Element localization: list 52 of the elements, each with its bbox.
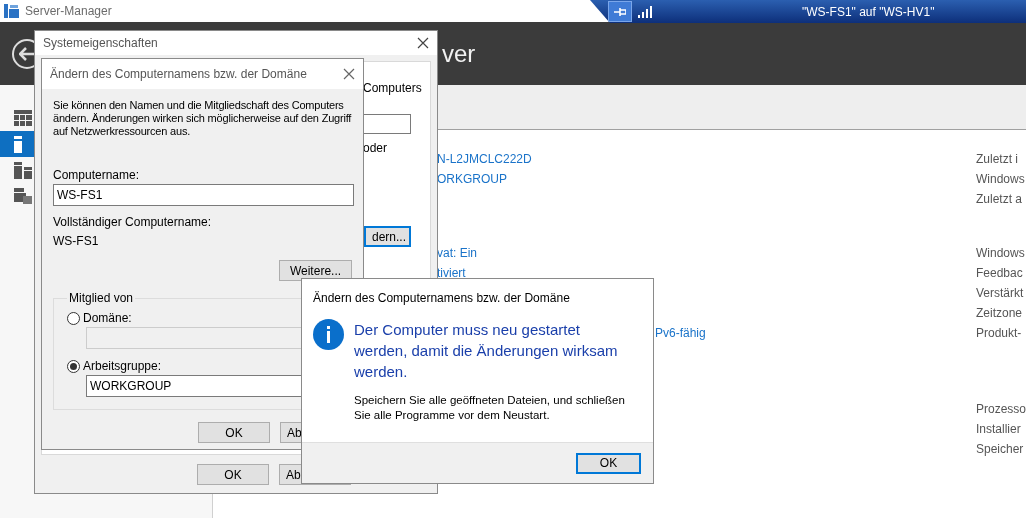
property-value-link[interactable]: vat: Ein [436, 246, 477, 260]
full-name-value: WS-FS1 [53, 234, 100, 248]
property-label: Windows [975, 246, 1025, 260]
servers-icon [14, 161, 32, 179]
dialog-title: Ändern des Computernamens bzw. der Domäne [50, 67, 307, 81]
pin-button[interactable] [608, 1, 632, 22]
radio-button[interactable]: Arbeitsgruppe: [67, 359, 162, 373]
property-label: Speicher [975, 442, 1024, 456]
close-icon[interactable] [343, 68, 355, 80]
property-value-link[interactable]: N-L2JMCLC222D [436, 152, 532, 166]
info-icon [313, 319, 344, 350]
message-text: Speichern Sie alle geöffneten Dateien, und schließen Sie alle Programme vor dem Neustart. [354, 393, 626, 423]
option-text: oder [363, 141, 388, 155]
back-arrow-icon [19, 46, 35, 61]
ok-button[interactable]: OK [576, 452, 641, 474]
field-label: Vollständiger Computername: [53, 215, 213, 229]
property-label: Zuletzt i [975, 152, 1018, 166]
field-label: Computername: [53, 168, 141, 182]
group-label: Mitglied von [68, 291, 135, 305]
sidebar-item[interactable] [0, 131, 34, 157]
property-label: Installier [975, 422, 1021, 436]
dialog-title: Systemeigenschaften [43, 36, 158, 50]
message-heading: Der Computer muss neu gestartet werden, damit die Änderungen wirksam werden. [354, 320, 619, 382]
dialog-title: Ändern des Computernamens bzw. der Domäne [313, 291, 571, 305]
property-label: Zeitzone [975, 306, 1022, 320]
change-button[interactable]: dern... [364, 226, 411, 247]
dialog-button[interactable]: OK [197, 464, 269, 485]
property-label: Zuletzt a [975, 192, 1022, 206]
property-label: Produkt- [975, 326, 1022, 340]
input-field[interactable]: WS-FS1 [53, 184, 354, 206]
property-value-link[interactable]: ORKGROUP [436, 172, 507, 186]
description-text: Computers [363, 81, 422, 95]
radio-button[interactable]: Domäne: [67, 311, 132, 325]
info-icon [14, 135, 22, 153]
input-field[interactable] [363, 114, 411, 134]
property-value-link[interactable]: tiviert [436, 266, 466, 280]
property-value-link[interactable]: Pv6-fähig [654, 326, 706, 340]
pin-icon [614, 6, 626, 17]
connection-title: "WS-FS1" auf "WS-HV1" [802, 4, 935, 19]
description-text: Sie können den Namen und die Mitgliedschaft des Computers ändern. Änderungen wirken sich möglicherweise auf den Zugriff auf Netzwerkressourcen aus. [53, 99, 353, 138]
close-icon[interactable] [417, 37, 429, 49]
grid-icon [14, 110, 32, 126]
page-title: ver [442, 39, 476, 68]
property-label: Feedbac [975, 266, 1023, 280]
property-label: Verstärkt [975, 286, 1024, 300]
dialog-button[interactable]: OK [198, 422, 270, 443]
property-label: Windows [975, 172, 1025, 186]
app-icon [4, 4, 19, 18]
property-label: Prozesso [975, 402, 1026, 416]
folder-icon [14, 188, 32, 204]
window-title: Server-Manager [25, 4, 112, 18]
signal-icon [638, 5, 652, 18]
